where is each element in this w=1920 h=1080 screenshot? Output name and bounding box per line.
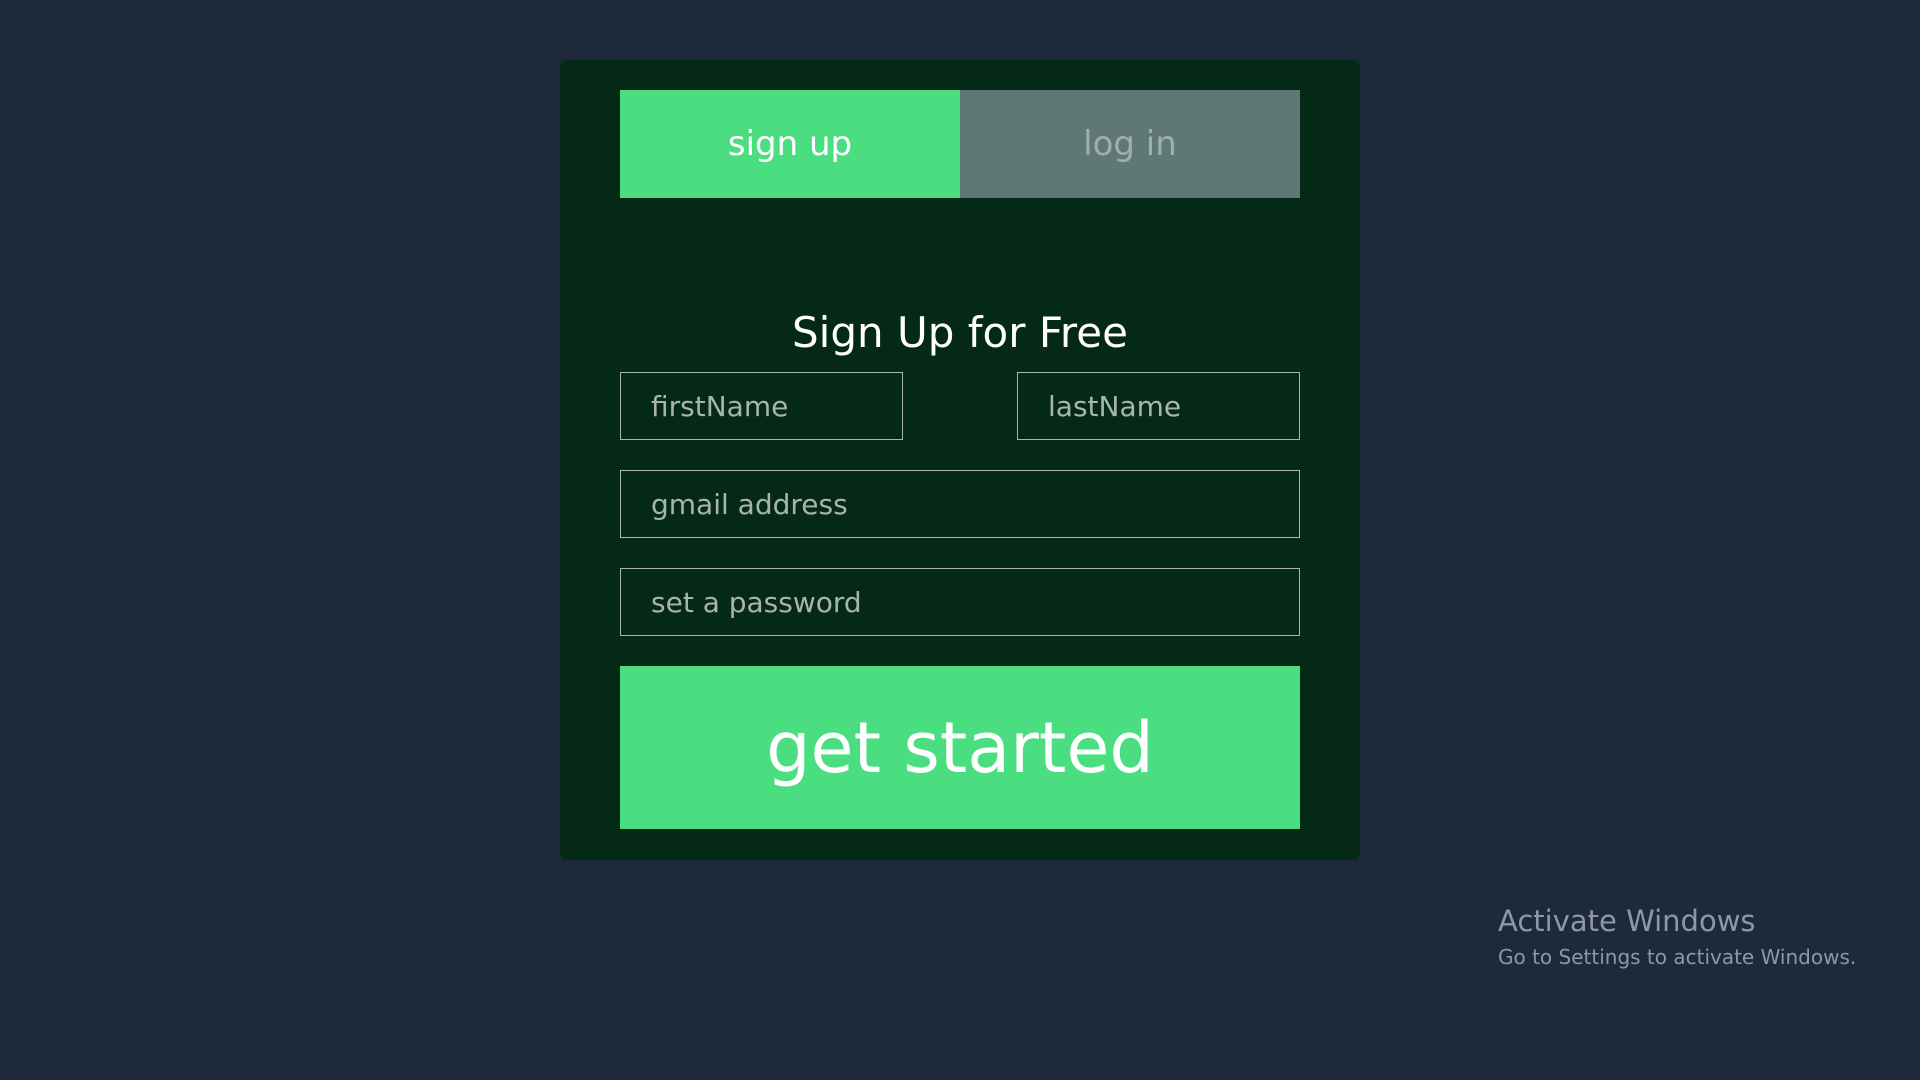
password-input[interactable] bbox=[620, 568, 1300, 636]
form-title: Sign Up for Free bbox=[792, 308, 1128, 357]
first-name-input[interactable] bbox=[620, 372, 903, 440]
watermark-subtitle: Go to Settings to activate Windows. bbox=[1498, 944, 1857, 969]
watermark-title: Activate Windows bbox=[1498, 904, 1756, 938]
auth-tabs: sign up log in bbox=[620, 90, 1300, 198]
tab-sign-up[interactable]: sign up bbox=[620, 90, 960, 198]
signup-card: sign up log in Sign Up for Free get star… bbox=[560, 60, 1360, 860]
last-name-input[interactable] bbox=[1017, 372, 1300, 440]
activation-watermark: Activate Windows Go to Settings to activ… bbox=[1498, 904, 1856, 969]
email-input[interactable] bbox=[620, 470, 1300, 538]
tab-log-in[interactable]: log in bbox=[960, 90, 1300, 198]
get-started-button[interactable]: get started bbox=[620, 666, 1300, 829]
